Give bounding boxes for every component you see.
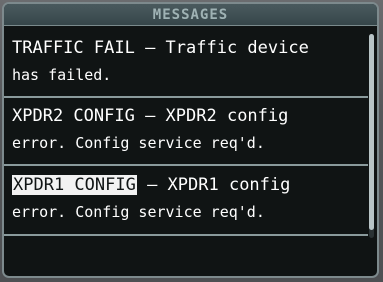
display-bezel: MESSAGES TRAFFIC FAIL – Traffic device h… [0, 0, 383, 282]
message-line-1: XPDR2 CONFIG – XPDR2 config [12, 103, 364, 130]
message-line-1: XPDR1 CONFIG – XPDR1 config [12, 172, 364, 199]
message-separator: – [136, 175, 168, 195]
message-code: XPDR2 CONFIG [12, 106, 135, 126]
message-code: TRAFFIC FAIL [12, 38, 135, 58]
message-text: XPDR2 config [165, 106, 289, 126]
window-title: MESSAGES [152, 7, 229, 23]
message-separator: – [134, 38, 166, 58]
message-divider [4, 96, 368, 98]
message-line-1: TRAFFIC FAIL – Traffic device [12, 35, 364, 62]
messages-window: MESSAGES TRAFFIC FAIL – Traffic device h… [2, 2, 379, 278]
message-divider [4, 234, 368, 236]
message-text: XPDR1 config [167, 175, 291, 195]
message-line-2: error. Config service req'd. [12, 134, 265, 152]
message-item-xpdr1-config[interactable]: XPDR1 CONFIG – XPDR1 config error. Confi… [12, 172, 364, 226]
message-separator: – [134, 106, 166, 126]
message-line-2: has failed. [12, 66, 112, 84]
message-line-2: error. Config service req'd. [12, 203, 265, 221]
window-titlebar: MESSAGES [4, 4, 377, 26]
message-item-xpdr2-config[interactable]: XPDR2 CONFIG – XPDR2 config error. Confi… [12, 103, 364, 157]
message-item-traffic-fail[interactable]: TRAFFIC FAIL – Traffic device has failed… [12, 35, 364, 89]
message-text: Traffic device [165, 38, 309, 58]
selected-message-code[interactable]: XPDR1 CONFIG [12, 175, 137, 195]
message-divider [4, 164, 368, 166]
scrollbar[interactable] [369, 34, 374, 238]
scroll-thumb[interactable] [369, 34, 374, 230]
